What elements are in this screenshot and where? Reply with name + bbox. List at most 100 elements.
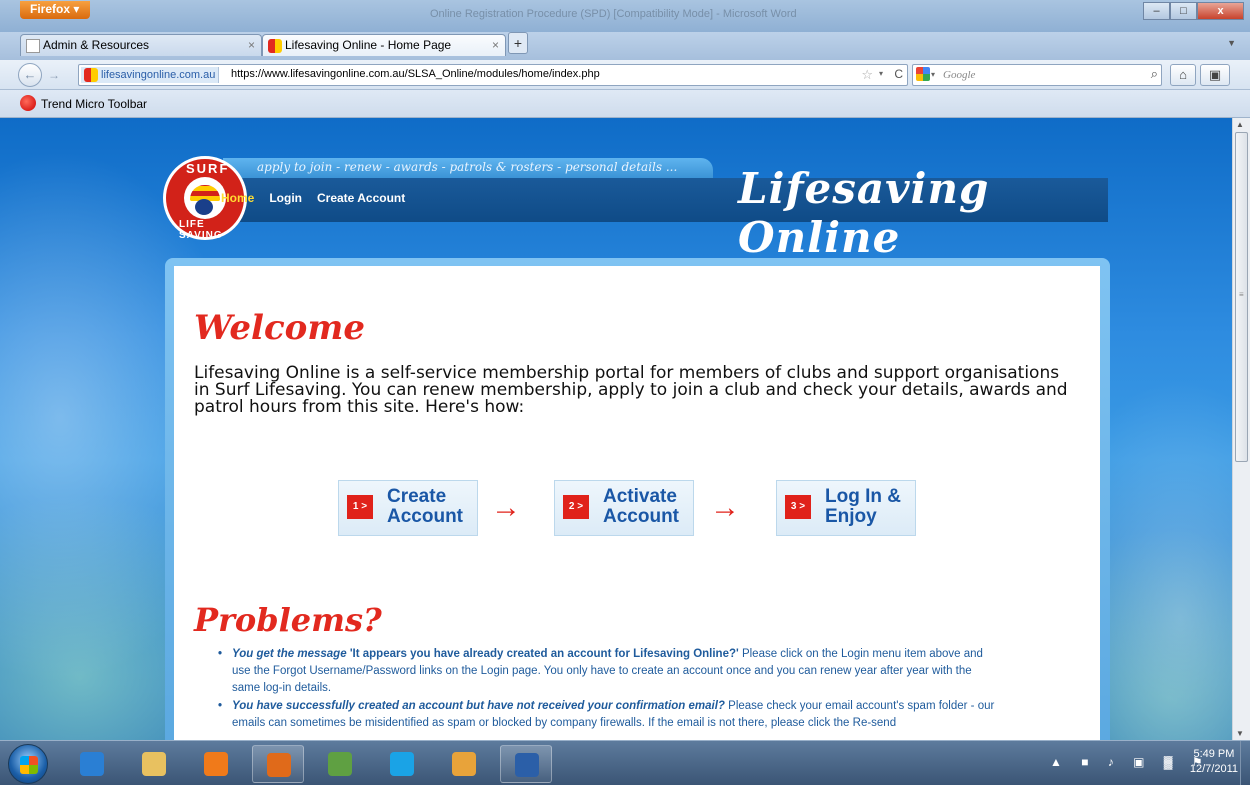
start-button[interactable] xyxy=(8,744,48,784)
maximize-button[interactable]: □ xyxy=(1170,2,1197,20)
steps: 1 > Create Account → 2 > Activate Accoun… xyxy=(338,480,938,536)
screen: Firefox ▾ Online Registration Procedure … xyxy=(0,0,1250,785)
window-title-bar: Firefox ▾ Online Registration Procedure … xyxy=(0,0,1250,32)
arrow-right-icon: → xyxy=(491,491,521,524)
system-tray: ▲ ■ ♪ ▣ ▓ ⚑ 5:49 PM 12/7/2011 xyxy=(1010,741,1250,785)
lifesaver-emblem-icon xyxy=(184,177,226,219)
site-nav: Home Login Create Account xyxy=(221,191,405,205)
site-brand: Lifesaving Online xyxy=(738,164,990,262)
search-icon[interactable]: ⌕ xyxy=(1151,66,1158,82)
step-activate-account[interactable]: 2 > Activate Account xyxy=(554,480,694,536)
clock[interactable]: 5:49 PM 12/7/2011 xyxy=(1190,747,1238,777)
home-button[interactable]: ⌂ xyxy=(1170,64,1196,86)
close-window-button[interactable]: x xyxy=(1197,2,1244,20)
windows-logo-icon xyxy=(20,756,38,774)
tab-admin-resources[interactable]: Admin & Resources × xyxy=(20,34,262,56)
search-engine-button[interactable]: ▾ xyxy=(916,67,938,83)
step-badge: 3 > xyxy=(785,495,811,519)
tab-list-arrow-icon[interactable]: ▼ xyxy=(1227,38,1236,48)
taskbar-word-button[interactable] xyxy=(500,745,552,783)
tab-label: Lifesaving Online - Home Page xyxy=(285,38,452,52)
skype-icon xyxy=(390,752,414,776)
tray-icons[interactable]: ▲ ■ ♪ ▣ ▓ ⚑ xyxy=(1050,755,1211,769)
problems-heading: Problems? xyxy=(194,601,382,639)
nav-home[interactable]: Home xyxy=(221,191,254,205)
taskbar-media-player-button[interactable] xyxy=(190,745,242,783)
tab-lifesaving-online[interactable]: Lifesaving Online - Home Page × xyxy=(262,34,506,56)
explorer-icon xyxy=(142,752,166,776)
page-scrollbar[interactable]: ▲ ≡ ▼ xyxy=(1232,118,1250,740)
page-icon xyxy=(26,39,40,53)
history-dropdown-icon[interactable]: ▾ xyxy=(879,69,883,78)
close-tab-icon[interactable]: × xyxy=(492,38,499,52)
word-icon xyxy=(515,753,539,777)
search-bar[interactable]: ▾ Google ⌕ xyxy=(912,64,1162,86)
scroll-down-icon[interactable]: ▼ xyxy=(1236,729,1244,738)
scroll-up-icon[interactable]: ▲ xyxy=(1236,120,1244,129)
greenhouse-icon xyxy=(328,752,352,776)
problem-lead: You get the message xyxy=(232,648,347,660)
show-desktop-button[interactable] xyxy=(1240,741,1250,785)
page-viewport: apply to join - renew - awards - patrols… xyxy=(0,118,1232,740)
logo-face xyxy=(195,199,213,215)
taskbar-explorer-button[interactable] xyxy=(128,745,180,783)
firefox-menu-button[interactable]: Firefox ▾ xyxy=(20,1,90,19)
google-icon xyxy=(916,67,930,81)
navigation-bar: ← → lifesavingonline.com.au https://www.… xyxy=(0,60,1250,90)
back-button[interactable]: ← xyxy=(18,63,42,87)
chevron-down-icon: ▾ xyxy=(73,2,80,16)
step-create-account[interactable]: 1 > Create Account xyxy=(338,480,478,536)
logo-text-bottom: LIFE SAVING xyxy=(179,219,223,241)
firefox-icon xyxy=(267,753,291,777)
site-identity-button[interactable]: lifesavingonline.com.au xyxy=(81,67,220,83)
minimize-button[interactable]: – xyxy=(1143,2,1170,20)
step-label: Log In & Enjoy xyxy=(825,486,901,527)
site-identity-label: lifesavingonline.com.au xyxy=(101,69,216,81)
close-tab-icon[interactable]: × xyxy=(248,38,255,52)
nav-login[interactable]: Login xyxy=(269,191,302,205)
step-log-in[interactable]: 3 > Log In & Enjoy xyxy=(776,480,916,536)
tab-strip: Admin & Resources × Lifesaving Online - … xyxy=(0,32,1250,60)
intro-paragraph: Lifesaving Online is a self-service memb… xyxy=(194,363,1068,417)
welcome-heading: Welcome xyxy=(194,308,365,348)
window-controls: – □ x xyxy=(1143,2,1244,20)
problem-lead: You have successfully created an account… xyxy=(232,700,725,712)
scrollbar-thumb[interactable]: ≡ xyxy=(1235,132,1248,462)
search-engine-dropdown-icon: ▾ xyxy=(931,70,936,79)
taskbar-skype-button[interactable] xyxy=(376,745,428,783)
trend-micro-toolbar-button[interactable]: Trend Micro Toolbar xyxy=(41,97,147,111)
step-label: Activate Account xyxy=(603,486,679,527)
taskbar-firefox-button[interactable] xyxy=(252,745,304,783)
address-bar[interactable]: lifesavingonline.com.au https://www.life… xyxy=(78,64,908,86)
main-content: Welcome Lifesaving Online is a self-serv… xyxy=(174,266,1100,740)
clock-time: 5:49 PM xyxy=(1193,748,1235,760)
firefox-menu-label: Firefox xyxy=(30,2,71,16)
lifesaving-favicon-icon xyxy=(84,68,98,82)
taskbar-outlook-button[interactable] xyxy=(438,745,490,783)
ie-icon xyxy=(80,752,104,776)
search-input[interactable]: Google xyxy=(943,69,975,81)
site-tagline: apply to join - renew - awards - patrols… xyxy=(223,158,713,178)
nav-create-account[interactable]: Create Account xyxy=(317,191,405,205)
clock-date: 12/7/2011 xyxy=(1189,763,1238,775)
taskbar-greenhouse-button[interactable] xyxy=(314,745,366,783)
trend-micro-icon[interactable] xyxy=(20,95,36,111)
taskbar: ▲ ■ ♪ ▣ ▓ ⚑ 5:49 PM 12/7/2011 xyxy=(0,740,1250,785)
bookmarks-toolbar: Trend Micro Toolbar xyxy=(0,90,1250,118)
list-item: You have successfully created an account… xyxy=(218,698,998,732)
new-tab-button[interactable]: + xyxy=(508,32,528,54)
url-text[interactable]: https://www.lifesavingonline.com.au/SLSA… xyxy=(231,68,600,80)
logo-text-top: SURF xyxy=(186,161,230,176)
site-header: apply to join - renew - awards - patrols… xyxy=(163,156,1113,262)
addons-button[interactable]: ▣ xyxy=(1200,64,1230,86)
grip-icon: ≡ xyxy=(1239,290,1244,299)
step-label: Create Account xyxy=(387,486,463,527)
step-badge: 1 > xyxy=(347,495,373,519)
reload-icon[interactable]: C xyxy=(894,67,903,81)
bookmark-star-icon[interactable]: ☆ xyxy=(861,67,873,83)
problem-list: You get the message 'It appears you have… xyxy=(218,646,998,733)
forward-button[interactable]: → xyxy=(42,66,66,84)
taskbar-ie-button[interactable] xyxy=(66,745,118,783)
list-item: You get the message 'It appears you have… xyxy=(218,646,998,697)
window-title: Online Registration Procedure (SPD) [Com… xyxy=(430,8,797,20)
